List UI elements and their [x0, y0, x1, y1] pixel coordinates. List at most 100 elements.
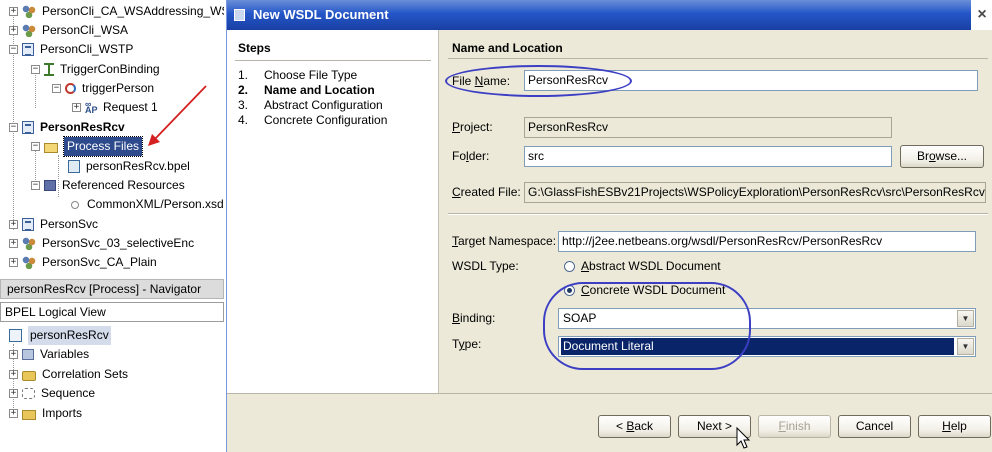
new-wsdl-dialog: New WSDL Document × Steps 1. Choose File …	[226, 0, 992, 452]
composite-project-icon	[22, 256, 36, 269]
tree-node-label: CommonXML/Person.xsd	[87, 197, 224, 211]
tree-node-label: PersonCli_WSTP	[40, 42, 134, 56]
collapse-toggle[interactable]: −	[9, 123, 18, 132]
file-name-field[interactable]: PersonResRcv	[524, 70, 978, 91]
tree-node-label: PersonSvc_CA_Plain	[42, 255, 157, 269]
bpel-module-icon	[22, 218, 34, 231]
abstract-wsdl-label[interactable]: Abstract WSDL Document	[581, 256, 721, 276]
navigator-view-select[interactable]: BPEL Logical View	[0, 302, 224, 322]
dialog-titlebar[interactable]: New WSDL Document ×	[227, 0, 992, 30]
step-label: Abstract Configuration	[264, 98, 383, 112]
abstract-wsdl-radio[interactable]	[564, 261, 575, 272]
tree-node-personsvc[interactable]: + PersonSvc	[9, 215, 98, 234]
cycle-icon	[65, 83, 76, 94]
file-name-label: File Name:	[452, 74, 511, 88]
nav-node-label: Sequence	[41, 386, 96, 400]
created-file-field: G:\GlassFishESBv21Projects\WSPolicyExplo…	[524, 182, 986, 203]
tree-node-personcli-wsa[interactable]: + PersonCli_WSA	[9, 21, 128, 40]
concrete-wsdl-label[interactable]: Concrete WSDL Document	[581, 280, 725, 300]
finish-button[interactable]: Finish	[758, 415, 831, 438]
tree-node-personresrcv[interactable]: − PersonResRcv	[9, 118, 125, 137]
divider	[235, 60, 431, 61]
expand-toggle[interactable]: +	[9, 350, 18, 359]
expand-toggle[interactable]: +	[9, 26, 18, 35]
folder-open-icon	[44, 142, 58, 153]
dialog-title: New WSDL Document	[253, 7, 389, 22]
tree-node-personresrcv-bpel[interactable]: personResRcv.bpel	[68, 157, 190, 176]
expand-toggle[interactable]: +	[9, 220, 18, 229]
tree-node-label: TriggerConBinding	[60, 62, 160, 76]
project-icon	[22, 43, 34, 56]
step-item-current: 2. Name and Location	[238, 83, 387, 98]
tree-node-personsvc-ca-plain[interactable]: + PersonSvc_CA_Plain	[9, 253, 157, 272]
separator	[448, 213, 988, 215]
tree-node-triggerperson[interactable]: − triggerPerson	[52, 79, 154, 98]
tree-node-label: Referenced Resources	[62, 178, 185, 192]
navigator-title: personResRcv [Process] - Navigator	[0, 279, 224, 299]
chevron-down-icon[interactable]: ▼	[957, 338, 974, 355]
nav-node-correlation-sets[interactable]: + Correlation Sets	[9, 365, 128, 384]
expand-toggle[interactable]: +	[9, 239, 18, 248]
step-label: Concrete Configuration	[264, 113, 388, 127]
step-number: 1.	[238, 68, 249, 82]
nav-node-variables[interactable]: + Variables	[9, 345, 89, 364]
tree-node-label: PersonSvc_03_selectiveEnc	[42, 236, 195, 250]
nav-node-sequence[interactable]: + Sequence	[9, 384, 95, 403]
binding-label: Binding:	[452, 311, 496, 325]
button-bar: < Back Next > Finish Cancel Help	[227, 393, 992, 452]
bpel-module-icon	[22, 121, 34, 134]
step-item: 4. Concrete Configuration	[238, 113, 387, 128]
collapse-toggle[interactable]: −	[31, 142, 40, 151]
type-label: Type:	[452, 337, 482, 351]
collapse-toggle[interactable]: −	[9, 45, 18, 54]
help-button[interactable]: Help	[918, 415, 991, 438]
expand-toggle[interactable]: +	[9, 409, 18, 418]
panel-title: Name and Location	[452, 41, 563, 55]
concrete-wsdl-radio[interactable]	[564, 285, 575, 296]
expand-toggle[interactable]: +	[9, 389, 18, 398]
created-file-label: Created File:	[452, 185, 521, 199]
tree-node-process-files[interactable]: − Process Files	[31, 136, 144, 157]
tree-node-personcli-wstp[interactable]: − PersonCli_WSTP	[9, 40, 133, 59]
bpel-process-icon	[9, 329, 22, 342]
name-location-panel: Name and Location File Name: PersonResRc…	[440, 30, 992, 393]
nav-node-imports[interactable]: + Imports	[9, 404, 82, 423]
tree-node-personsvc-03[interactable]: + PersonSvc_03_selectiveEnc	[9, 234, 194, 253]
tree-node-referenced-resources[interactable]: − Referenced Resources	[31, 176, 185, 195]
nav-node-label: Variables	[40, 347, 90, 361]
expand-toggle[interactable]: +	[72, 103, 81, 112]
close-button[interactable]: ×	[971, 0, 992, 30]
expand-toggle[interactable]: +	[9, 370, 18, 379]
nav-node-label: Correlation Sets	[42, 367, 129, 381]
browse-button[interactable]: Browse...	[900, 145, 984, 168]
composite-project-icon	[22, 237, 36, 250]
bpel-file-icon	[68, 160, 80, 173]
collapse-toggle[interactable]: −	[31, 181, 40, 190]
steps-title: Steps	[238, 41, 271, 55]
type-value: Document Literal	[561, 338, 954, 355]
folder-field[interactable]: src	[524, 146, 892, 167]
target-namespace-field[interactable]: http://j2ee.netbeans.org/wsdl/PersonResR…	[558, 231, 976, 252]
collapse-toggle[interactable]: −	[31, 65, 40, 74]
expand-toggle[interactable]: +	[9, 258, 18, 267]
nav-node-process-root[interactable]: personResRcv	[9, 326, 111, 345]
expand-toggle[interactable]: +	[9, 7, 18, 16]
type-select[interactable]: Document Literal ▼	[558, 336, 976, 357]
chevron-down-icon[interactable]: ▼	[957, 310, 974, 327]
tree-node-triggerconbinding[interactable]: − TriggerConBinding	[31, 60, 160, 79]
back-button[interactable]: < Back	[598, 415, 671, 438]
trigger-icon	[44, 63, 54, 76]
tree-node-personcli-ca-wsaddressing[interactable]: + PersonCli_CA_WSAddressing_WS	[9, 2, 224, 21]
tree-node-label: PersonResRcv	[40, 120, 125, 134]
project-tree: + PersonCli_CA_WSAddressing_WS + PersonC…	[0, 0, 224, 276]
composite-project-icon	[22, 24, 36, 37]
cancel-button[interactable]: Cancel	[838, 415, 911, 438]
tree-node-person-xsd[interactable]: CommonXML/Person.xsd	[68, 195, 224, 214]
wsdl-type-label: WSDL Type:	[452, 259, 519, 273]
collapse-toggle[interactable]: −	[52, 84, 61, 93]
step-label: Choose File Type	[264, 68, 358, 82]
tree-node-label: PersonSvc	[40, 217, 99, 231]
step-number: 4.	[238, 113, 249, 127]
binding-select[interactable]: SOAP ▼	[558, 308, 976, 329]
tree-node-label: personResRcv.bpel	[86, 159, 190, 173]
